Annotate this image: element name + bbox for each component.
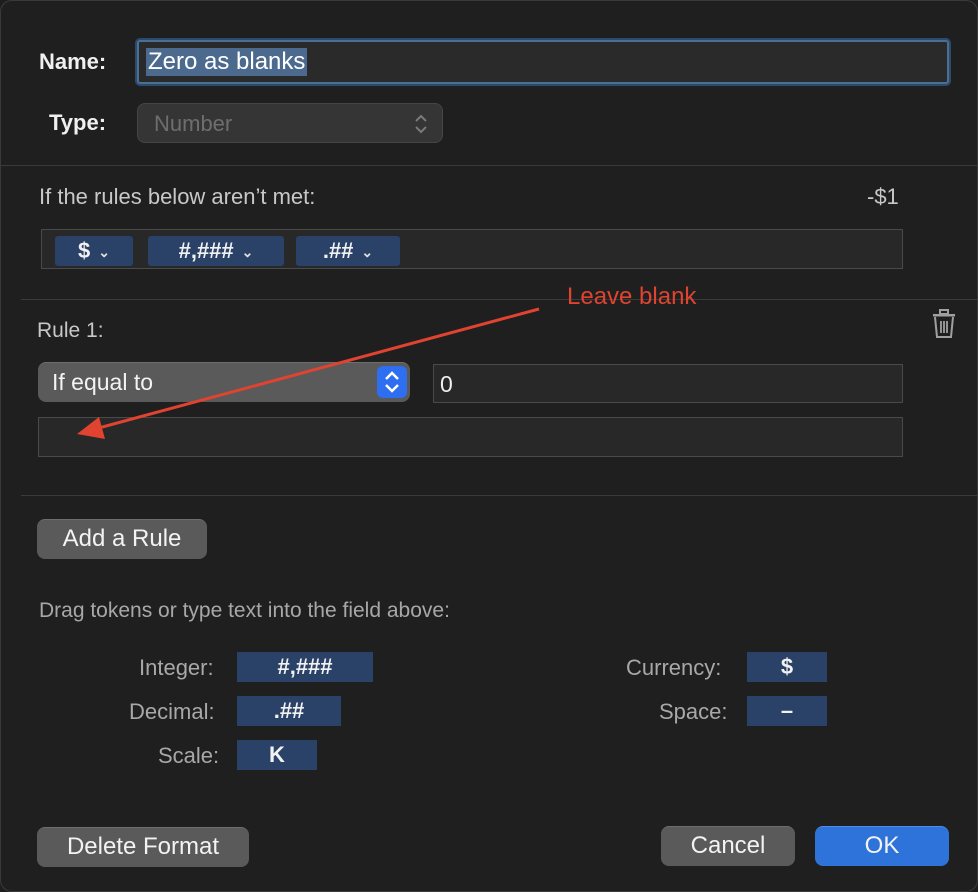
decimal-label: Decimal:: [129, 699, 215, 724]
token-text: #,###: [178, 238, 234, 263]
token-text: $: [78, 238, 91, 263]
preview-value: -$1: [867, 184, 899, 209]
chevron-updown-icon: [413, 112, 429, 141]
scale-label: Scale:: [158, 743, 220, 768]
palette-scale-token[interactable]: K: [237, 740, 317, 770]
token-text: .##: [322, 238, 354, 263]
divider-bottom: [21, 495, 978, 496]
token-decimal[interactable]: .## ⌄: [296, 236, 400, 266]
name-field[interactable]: Zero as blanks: [137, 40, 949, 84]
palette-space-token[interactable]: –: [747, 696, 827, 726]
chevron-down-icon: ⌄: [361, 244, 374, 261]
divider-top: [1, 165, 978, 166]
annotation-text: Leave blank: [567, 283, 697, 310]
palette-currency-token[interactable]: $: [747, 652, 827, 682]
type-label: Type:: [49, 110, 107, 135]
trash-icon[interactable]: [931, 309, 957, 344]
space-label: Space:: [659, 699, 728, 724]
rules-header: If the rules below aren’t met:: [39, 184, 316, 209]
arrow-annotation: [77, 307, 540, 439]
chevron-down-icon: ⌄: [241, 244, 254, 261]
palette-decimal-token[interactable]: .##: [237, 696, 341, 726]
name-value: Zero as blanks: [146, 48, 308, 76]
custom-format-dialog: Name: Zero as blanks Type: Number If the…: [0, 0, 978, 892]
add-rule-button[interactable]: Add a Rule: [37, 519, 207, 559]
name-label: Name:: [39, 49, 107, 74]
chevron-down-icon: ⌄: [98, 244, 110, 261]
type-popup[interactable]: Number: [137, 103, 443, 143]
ok-button[interactable]: OK: [815, 826, 949, 866]
default-format-field[interactable]: $ ⌄ #,### ⌄ .## ⌄: [41, 229, 903, 269]
type-value: Number: [154, 111, 233, 136]
integer-label: Integer:: [139, 655, 214, 680]
token-currency[interactable]: $ ⌄: [55, 236, 133, 266]
drag-hint: Drag tokens or type text into the field …: [39, 599, 450, 622]
delete-format-button[interactable]: Delete Format: [37, 827, 249, 867]
token-integer[interactable]: #,### ⌄: [148, 236, 284, 266]
currency-label: Currency:: [626, 655, 722, 680]
cancel-button[interactable]: Cancel: [661, 826, 795, 866]
palette-integer-token[interactable]: #,###: [237, 652, 373, 682]
